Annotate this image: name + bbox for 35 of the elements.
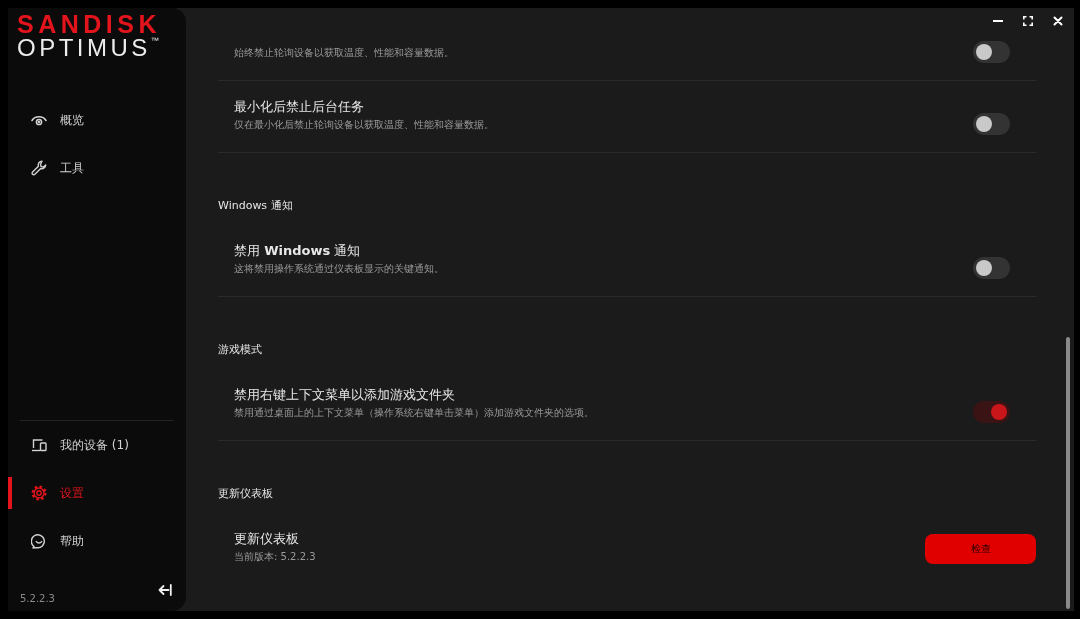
section-heading: 更新仪表板 [218, 486, 274, 502]
devices-icon [31, 437, 47, 453]
toggle-switch[interactable] [973, 41, 1010, 63]
active-indicator [8, 477, 12, 509]
setting-description: 这将禁用操作系统通过仪表板显示的关键通知。 [234, 262, 445, 276]
setting-description: 仅在最小化后禁止轮询设备以获取温度、性能和容量数据。 [234, 118, 495, 132]
setting-title: 最小化后禁止后台任务 [234, 98, 365, 116]
nav-item[interactable]: 概览 [8, 96, 186, 144]
product-wordmark: OPTIMUS [17, 37, 151, 59]
version-label: 5.2.2.3 [20, 593, 55, 605]
toggle-switch[interactable] [973, 113, 1010, 135]
nav-item[interactable]: 设置 [8, 469, 186, 517]
gear-icon [31, 485, 47, 501]
maximize-icon [1023, 16, 1033, 26]
nav-item[interactable]: 我的设备 (1) [8, 421, 186, 469]
section-heading: Windows 通知 [218, 198, 294, 214]
setting-description: 当前版本: 5.2.2.3 [234, 550, 317, 564]
close-icon [1053, 16, 1063, 26]
chat-smile-icon [31, 533, 47, 549]
collapse-sidebar-icon[interactable] [158, 584, 172, 596]
trademark-sign: ™ [150, 37, 159, 45]
setting-description: 始终禁止轮询设备以获取温度、性能和容量数据。 [234, 46, 455, 60]
toggle-switch[interactable] [973, 257, 1010, 279]
check-button[interactable]: 检查 [925, 534, 1036, 564]
nav-item[interactable]: 工具 [8, 144, 186, 192]
setting-title: 禁用 Windows 通知 [234, 242, 362, 260]
toggle-switch[interactable] [973, 401, 1010, 423]
setting-description: 禁用通过桌面上的上下文菜单（操作系统右键单击菜单）添加游戏文件夹的选项。 [234, 406, 595, 420]
setting-title: 禁用右键上下文菜单以添加游戏文件夹 [234, 386, 456, 404]
brand-wordmark: SANDISK [17, 12, 161, 37]
nav-item[interactable]: 帮助 [8, 517, 186, 565]
section-heading: 游戏模式 [218, 342, 263, 358]
scrollbar-thumb[interactable] [1066, 337, 1070, 609]
wrench-icon [31, 160, 47, 176]
setting-title: 更新仪表板 [234, 530, 300, 548]
